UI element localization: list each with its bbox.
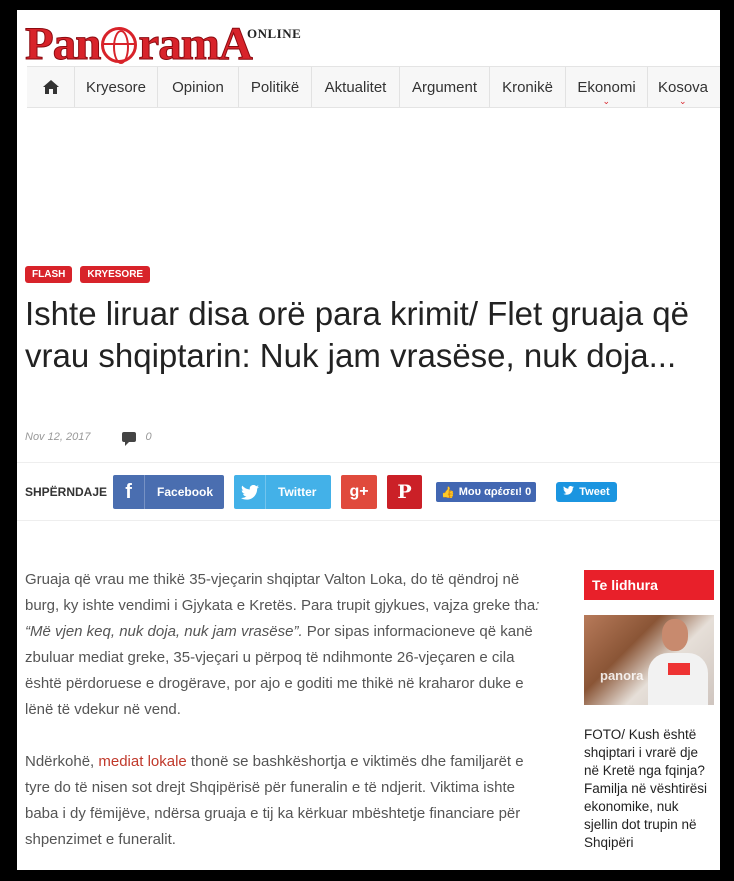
nav-item-kryesore[interactable]: Kryesore — [75, 67, 158, 107]
nav-item-opinion[interactable]: Opinion — [158, 67, 239, 107]
comment-count-value: 0 — [145, 431, 152, 443]
logo-wordmark: Pan ramA — [24, 18, 253, 71]
article-body: Gruaja që vrau me thikë 35-vjeçarin shqi… — [25, 567, 547, 870]
divider — [17, 462, 720, 463]
article-paragraph: Ndërkohë, mediat lokale thonë se bashkës… — [25, 753, 524, 848]
watermark: panora — [600, 668, 644, 683]
article-meta: Nov 12, 2017 0 — [25, 431, 152, 446]
nav-item-aktualitet[interactable]: Aktualitet — [312, 67, 400, 107]
article-paragraph: Gruaja që vrau me thikë 35-vjeçarin shqi… — [25, 571, 540, 718]
globe-icon — [101, 27, 138, 65]
article-date: Nov 12, 2017 — [25, 431, 91, 443]
related-thumbnail[interactable]: panora — [584, 615, 714, 705]
divider — [17, 520, 720, 521]
mediat-lokale-link[interactable]: mediat lokale — [98, 753, 186, 770]
facebook-label: Facebook — [157, 485, 214, 499]
nav-item-politike[interactable]: Politikë — [239, 67, 312, 107]
main-nav: Kryesore Opinion Politikë Aktualitet Arg… — [27, 66, 720, 108]
twitter-share-button[interactable]: Twitter — [234, 475, 332, 509]
facebook-icon: f — [113, 475, 146, 509]
badge-flash[interactable]: FLASH — [25, 266, 73, 283]
comment-count[interactable]: 0 — [122, 431, 152, 446]
facebook-like-button[interactable]: 👍 Μου αρέσει! 0 — [436, 482, 537, 502]
nav-item-label: Ekonomi — [577, 78, 636, 96]
facebook-share-button[interactable]: f Facebook — [113, 475, 225, 509]
badge-kryesore[interactable]: KRYESORE — [80, 266, 151, 283]
nav-item-kronike[interactable]: Kronikë — [490, 67, 566, 107]
nav-home[interactable] — [27, 67, 75, 107]
logo-online-tag: ONLINE — [247, 26, 302, 41]
twitter-label: Twitter — [278, 485, 317, 499]
pinterest-share-button[interactable]: P — [387, 475, 423, 509]
nav-item-label: Kosova — [657, 78, 709, 96]
tweet-label: Tweet — [579, 486, 610, 498]
category-badges: FLASH KRYESORE — [25, 266, 151, 283]
article-title: Ishte liruar disa orë para krimit/ Flet … — [25, 295, 689, 374]
nav-item-ekonomi[interactable]: Ekonomi ⌄ — [566, 67, 648, 107]
twitter-bird-icon — [563, 485, 575, 498]
chevron-down-icon: ⌄ — [602, 96, 611, 106]
share-bar: SHPËRNDAJE f Facebook Twitter g+ P 👍 Μου… — [25, 475, 617, 509]
tweet-button[interactable]: Tweet — [556, 482, 617, 502]
site-logo[interactable]: ONLINE Pan ramA — [24, 14, 365, 72]
related-article-link[interactable]: FOTO/ Kush është shqiptari i vrarë dje n… — [584, 726, 714, 852]
share-label: SHPËRNDAJE — [25, 485, 108, 499]
comment-icon — [122, 432, 137, 446]
twitter-bird-icon — [234, 475, 267, 509]
home-icon — [42, 80, 59, 94]
thumbs-up-icon: 👍 — [441, 486, 455, 499]
google-plus-share-button[interactable]: g+ — [341, 475, 378, 509]
related-heading: Te lidhura — [584, 570, 714, 600]
nav-item-argument[interactable]: Argument — [400, 67, 490, 107]
chevron-down-icon: ⌄ — [679, 96, 687, 106]
nav-item-kosova[interactable]: Kosova ⌄ — [648, 67, 718, 107]
facebook-like-label: Μου αρέσει! 0 — [458, 486, 532, 498]
page: ONLINE Pan ramA Kryesore Opinion Politikë… — [17, 10, 720, 870]
